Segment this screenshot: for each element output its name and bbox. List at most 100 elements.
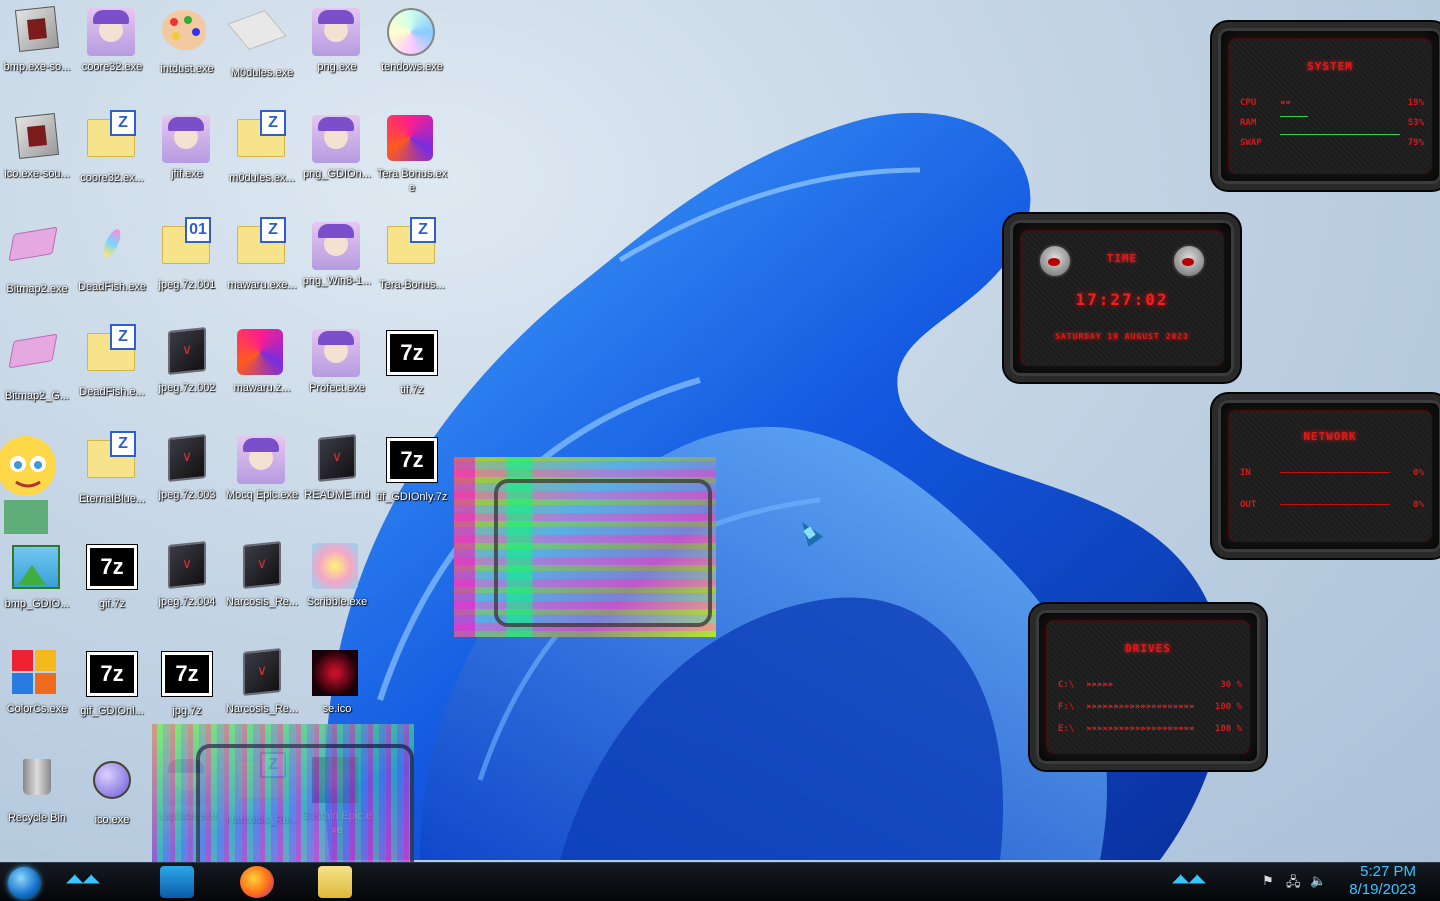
desktop-icon-label: jpeg.7z.003: [158, 489, 216, 501]
jfif-exe-icon: [162, 115, 212, 165]
net-in-row: IN 0%: [1240, 468, 1424, 478]
desktop-icon[interactable]: 7z tif_GDIOnly.7z: [375, 432, 449, 504]
desktop-icon[interactable]: bmp.exe-so...: [0, 4, 74, 74]
desktop-icon[interactable]: ColorCs.exe: [0, 646, 74, 716]
desktop-icon-label: ColorCs.exe: [6, 703, 68, 715]
desktop-icon[interactable]: Tera Bonus.exe: [375, 111, 449, 195]
jpg-7z-icon: 7z: [161, 651, 213, 702]
system-gadget-title: SYSTEM: [1307, 60, 1353, 73]
m0dules-archive-icon: Z: [237, 110, 287, 169]
desktop-icon[interactable]: Z Tera-Bonus...: [375, 217, 449, 292]
coore32-exe-icon: [87, 8, 137, 58]
desktop-icon-label: Narcosis_Re...: [225, 596, 299, 608]
desktop-icon[interactable]: Narcosis_Re...: [225, 539, 299, 609]
drive-f-row: F:\ »»»»»»»»»»»»»»»»»»»» 100 %: [1058, 702, 1242, 712]
start-button[interactable]: [8, 867, 40, 899]
png-win8-icon: [312, 222, 362, 272]
desktop-icon[interactable]: README.md: [300, 432, 374, 502]
taskbar-clock-time[interactable]: 5:27 PM: [1360, 863, 1416, 880]
desktop-icon[interactable]: ico.exe-sou...: [0, 111, 74, 181]
desktop-icon[interactable]: ico.exe: [75, 753, 149, 827]
desktop-icon[interactable]: Zcoore32.ex...: [75, 110, 149, 185]
desktop-icon[interactable]: Zm0dules.ex...: [225, 110, 299, 185]
tif-gdionly-7z-icon: 7z: [386, 437, 438, 488]
narcosis-re-icon-2: [237, 648, 287, 700]
desktop-icon-label: png_GDIOn...: [303, 168, 371, 180]
network-gadget[interactable]: NETWORK IN 0% OUT 0%: [1212, 394, 1440, 558]
desktop-icon[interactable]: bmp_GDIO...: [0, 539, 74, 611]
desktop-icon[interactable]: tendows.exe: [375, 4, 449, 74]
desktop-icon[interactable]: Mocq Epic.exe: [225, 432, 299, 502]
desktop-icon[interactable]: Z DeadFish.e...: [75, 324, 149, 399]
flag-icon[interactable]: ⚑: [1262, 873, 1274, 889]
ico-exe-icon: [87, 761, 137, 811]
intdust-exe-icon: [162, 10, 212, 60]
taskbar-app-terminal-icon[interactable]: [160, 866, 194, 898]
desktop-icon-label: EternalBlue...: [78, 493, 146, 505]
desktop-icon-label: gif_GDIOnl...: [80, 705, 144, 717]
desktop-icon[interactable]: 7z gif.7z: [75, 539, 149, 611]
desktop-icon-label: M0dules.exe: [230, 67, 294, 79]
desktop-icon-label: gif.7z: [98, 598, 126, 610]
eternalblue-icon: Z: [87, 431, 137, 490]
desktop-icon-label: png_Win8-1...: [302, 275, 372, 287]
desktop-icon-label: bmp_GDIO...: [4, 598, 70, 610]
desktop-icon[interactable]: png.exe: [300, 4, 374, 74]
net-out-row: OUT 0%: [1240, 500, 1424, 510]
desktop-icon[interactable]: mawaru.z...: [225, 325, 299, 395]
desktop-icon-label: DeadFish.exe: [78, 281, 146, 293]
desktop-icon-label: png.exe: [317, 61, 357, 73]
time-gadget-title: TIME: [1106, 252, 1138, 265]
firefox-icon[interactable]: [240, 866, 274, 898]
system-gadget[interactable]: SYSTEM CPU »» 19% RAM 53% SWAP 79%: [1212, 22, 1440, 190]
desktop-icon-label: se.ico: [322, 703, 352, 715]
desktop-icon-label: intdust.exe: [160, 63, 214, 75]
speaker-icon[interactable]: 🔈: [1310, 873, 1326, 889]
desktop-icon[interactable]: 7z tif.7z: [375, 325, 449, 397]
desktop-icon[interactable]: jpeg.7z.004: [150, 539, 224, 609]
desktop-icon-label: Narcosis_Re...: [225, 703, 299, 715]
m0dules-exe-icon: [227, 10, 287, 64]
file-explorer-icon[interactable]: [318, 866, 352, 898]
time-gadget[interactable]: TIME 17:27:02 SATURDAY 19 AUGUST 2023: [1004, 214, 1240, 382]
desktop-icon-label: Bitmap2.exe: [6, 283, 68, 295]
desktop-icon[interactable]: intdust.exe: [150, 4, 224, 76]
network-icon[interactable]: 🖧: [1286, 873, 1301, 895]
desktop-icon[interactable]: Profect.exe: [300, 325, 374, 395]
desktop-icon[interactable]: jfif.exe: [150, 111, 224, 181]
deadfish-exe-icon: [87, 226, 137, 278]
gif-gdionly-icon: 7z: [86, 651, 138, 702]
desktop-icon[interactable]: se.ico: [300, 646, 374, 716]
gadget-clock: 17:27:02: [1075, 290, 1169, 309]
desktop-icon[interactable]: png_GDIOn...: [300, 111, 374, 181]
desktop-icon-label: Tera-Bonus...: [379, 279, 445, 291]
jpeg-7z-004-icon: [162, 541, 212, 593]
drives-gadget[interactable]: DRIVES C:\ »»»»» 30 % F:\ »»»»»»»»»»»»»»…: [1030, 604, 1266, 770]
desktop-icon-label: jfif.exe: [171, 168, 203, 180]
cartoon-character-image: [0, 436, 56, 534]
desktop-icon-label: tif.7z: [400, 384, 424, 396]
desktop-icon[interactable]: Narcosis_Re...: [225, 646, 299, 716]
se-ico-icon: [312, 650, 362, 700]
taskbar-clock-date[interactable]: 8/19/2023: [1349, 881, 1416, 898]
desktop-icon[interactable]: Bitmap2.exe: [0, 218, 74, 296]
desktop-icon[interactable]: Recycle Bin: [0, 753, 74, 825]
desktop-icon[interactable]: DeadFish.exe: [75, 218, 149, 294]
network-gadget-title: NETWORK: [1303, 430, 1357, 443]
desktop-icon[interactable]: coore32.exe: [75, 4, 149, 74]
desktop-icon[interactable]: M0dules.exe: [225, 4, 299, 80]
desktop-icon[interactable]: Scribble.exe: [300, 539, 374, 609]
desktop-icon[interactable]: Bitmap2_G...: [0, 325, 74, 403]
bmp-gdio-icon: [12, 545, 62, 595]
desktop-icon-label: Recycle Bin: [7, 812, 67, 824]
desktop-icon[interactable]: Zmawaru.exe...: [225, 217, 299, 292]
swap-row: SWAP 79%: [1240, 134, 1424, 152]
jpeg-7z-001-icon: 01: [162, 217, 212, 276]
desktop-icon[interactable]: 01 jpeg.7z.001: [150, 217, 224, 292]
desktop-icon[interactable]: Z EternalBlue...: [75, 431, 149, 506]
desktop-icon[interactable]: png_Win8-1...: [300, 218, 374, 288]
desktop-icon[interactable]: jpeg.7z.002: [150, 325, 224, 395]
desktop-icon[interactable]: 7z gif_GDIOnl...: [75, 646, 149, 718]
desktop-icon[interactable]: 7z jpg.7z: [150, 646, 224, 718]
desktop-icon[interactable]: jpeg.7z.003: [150, 432, 224, 502]
